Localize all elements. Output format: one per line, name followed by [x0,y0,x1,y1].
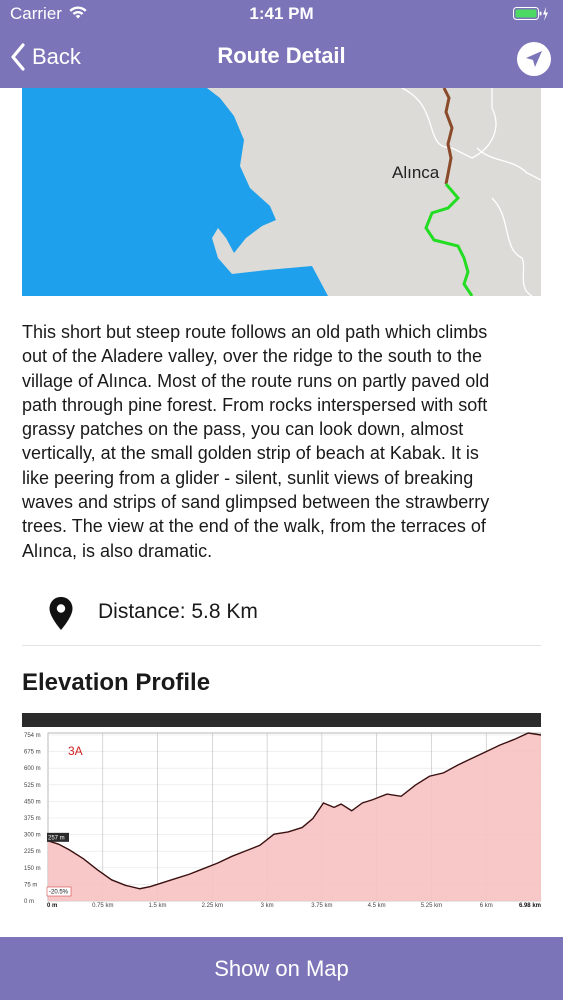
chart-header-band [22,713,541,727]
route-description: This short but steep route follows an ol… [22,322,490,561]
grade-label: -20.5% [49,890,69,896]
y-tick-label: 0 m [24,899,34,905]
y-tick-label: 150 m [24,866,41,872]
route-code-label: 3A [68,744,83,758]
y-tick-label: 675 m [24,750,41,756]
y-tick-label: 75 m [24,882,37,888]
x-tick-label: 0.75 km [92,903,113,909]
map-place-label: Alınca [392,163,440,182]
app-header: Carrier 1:41 PM Back Route Detail [0,0,563,88]
elevation-chart: 754 m 675 m 600 m 525 m 450 m 375 m 300 m 225 m… [22,713,542,910]
map-pin-icon [49,597,73,630]
distance-row: Distance: 5.8 Km [22,590,541,646]
locate-button[interactable] [517,42,551,76]
distance-label: Distance: 5.8 Km [98,600,258,623]
chevron-left-icon [11,43,25,71]
show-on-map-label: Show on Map [214,955,349,981]
x-tick-label: 3.75 km [311,903,332,909]
y-tick-label: 525 m [24,783,41,789]
x-tick-label: 2.25 km [202,903,223,909]
battery-icon [513,6,549,27]
y-tick-label: 300 m [24,833,41,839]
start-elevation-label: 257 m [48,835,65,841]
y-tick-label: 225 m [24,849,41,855]
x-tick-label: 1.5 km [149,903,167,909]
status-time: 1:41 PM [249,4,314,23]
location-arrow-icon [526,51,542,67]
x-tick-label: 6.98 km [519,903,541,909]
x-tick-label: 0 m [47,903,57,909]
status-bar: Carrier 1:41 PM [0,0,563,30]
back-button[interactable]: Back [10,40,81,74]
x-tick-label: 4.5 km [368,903,386,909]
navigation-bar: Back Route Detail [0,30,563,88]
y-tick-label: 754 m [24,733,41,739]
show-on-map-button[interactable]: Show on Map [0,937,563,1000]
y-tick-label: 450 m [24,799,41,805]
y-tick-label: 600 m [24,766,41,772]
page-title: Route Detail [217,43,346,68]
x-tick-label: 6 km [480,903,493,909]
route-map-preview[interactable]: Alınca [22,88,541,296]
y-tick-label: 375 m [24,816,41,822]
x-tick-label: 3 km [261,903,274,909]
elevation-profile-title: Elevation Profile [22,669,211,696]
x-tick-label: 5.25 km [421,903,442,909]
back-label: Back [32,44,81,69]
